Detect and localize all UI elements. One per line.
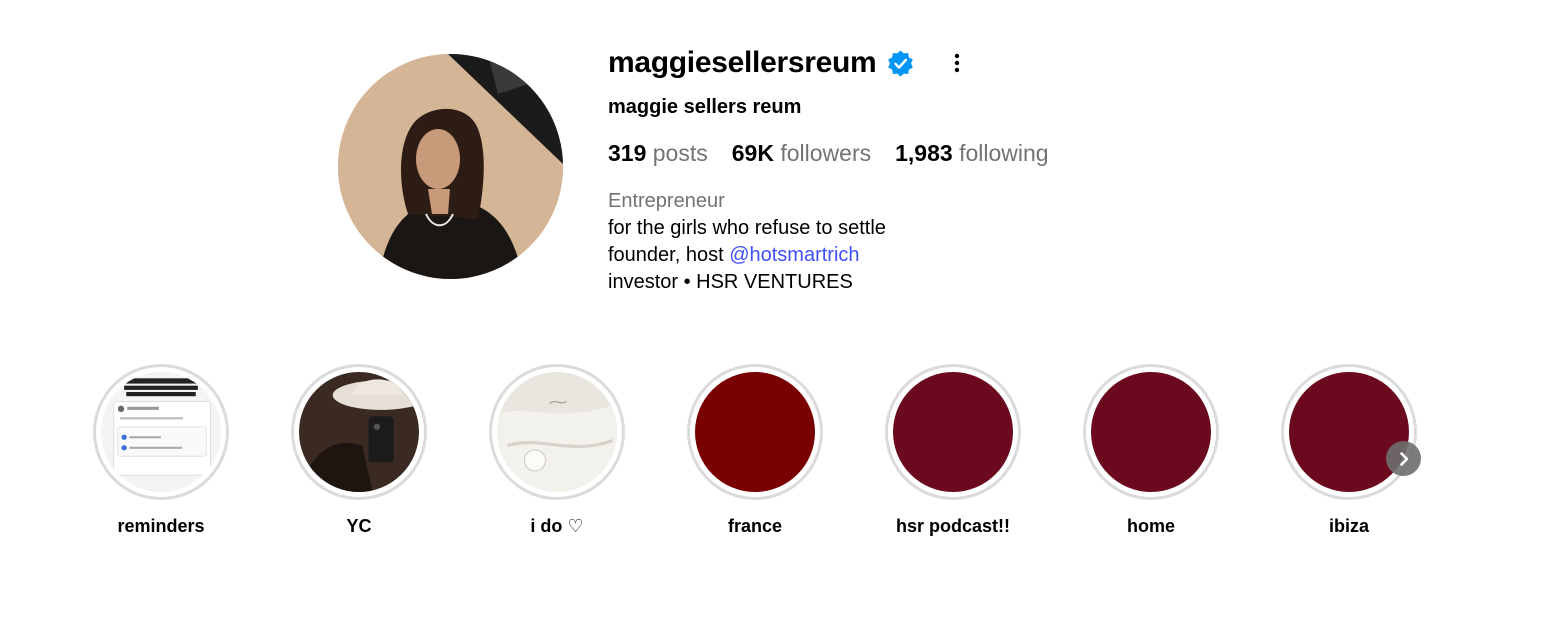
profile-stats: 319 posts 69K followers 1,983 following	[608, 140, 1073, 167]
highlight-ring	[93, 364, 229, 500]
highlights-next-button[interactable]	[1386, 441, 1421, 476]
highlight-ring	[291, 364, 427, 500]
highlight-reminders[interactable]: reminders	[91, 364, 231, 537]
highlight-cover-photo	[299, 372, 419, 492]
bio-line-2: founder, host @hotsmartrich	[608, 242, 886, 269]
bio-line-2-prefix: founder, host	[608, 244, 730, 266]
posts-label: posts	[652, 140, 708, 166]
following-count: 1,983	[895, 140, 953, 166]
highlight-yc[interactable]: YC	[289, 364, 429, 537]
followers-count: 69K	[731, 140, 774, 166]
highlight-label: hsr podcast!!	[895, 516, 1010, 536]
bio: Entrepreneur for the girls who refuse to…	[608, 188, 886, 296]
highlight-ring	[885, 364, 1021, 500]
following-stat[interactable]: 1,983 following	[895, 140, 1048, 167]
highlight-ring	[687, 364, 823, 500]
bio-line-1: for the girls who refuse to settle	[608, 217, 886, 239]
chevron-right-icon	[1399, 451, 1408, 466]
highlight-ring	[1281, 364, 1417, 500]
bio-category: Entrepreneur	[608, 190, 725, 212]
highlight-cover-solid	[1289, 372, 1409, 492]
followers-label: followers	[780, 140, 872, 166]
highlight-ring	[1083, 364, 1219, 500]
highlight-cover-screenshot	[101, 372, 221, 492]
full-name: maggie sellers reum	[608, 96, 802, 118]
posts-stat: 319 posts	[608, 140, 708, 167]
highlight-cover-solid	[1091, 372, 1211, 492]
highlight-label: ibiza	[1328, 516, 1369, 536]
highlight-label: YC	[346, 516, 372, 536]
username-row: maggiesellersreum	[608, 44, 1228, 82]
more-options-icon[interactable]	[945, 51, 969, 75]
bio-line-3: investor • HSR VENTURES	[608, 271, 853, 293]
highlight-cover-photo	[497, 372, 617, 492]
posts-count: 319	[608, 140, 647, 166]
followers-stat[interactable]: 69K followers	[732, 140, 871, 167]
highlight-ring	[489, 364, 625, 500]
highlight-label: home	[1126, 516, 1175, 536]
story-highlights: reminders YC i do ♡ france hsr podcast!!…	[0, 364, 1566, 544]
verified-badge-icon	[886, 49, 915, 78]
following-label: following	[959, 140, 1049, 166]
highlight-hsr-podcast[interactable]: hsr podcast!!	[883, 364, 1023, 537]
highlight-cover-solid	[893, 372, 1013, 492]
profile-info: maggiesellersreum maggie sellers reum 31…	[608, 44, 1228, 293]
highlight-france[interactable]: france	[685, 364, 825, 537]
highlight-label: france	[727, 516, 783, 536]
username[interactable]: maggiesellersreum	[608, 46, 877, 80]
highlight-i-do[interactable]: i do ♡	[487, 364, 627, 537]
highlight-label: reminders	[117, 516, 205, 536]
highlight-home[interactable]: home	[1081, 364, 1221, 537]
highlight-label: i do ♡	[530, 516, 584, 536]
profile-photo	[338, 54, 563, 279]
highlight-cover-solid	[695, 372, 815, 492]
bio-mention-link[interactable]: @hotsmartrich	[729, 244, 859, 266]
profile-avatar[interactable]	[338, 54, 563, 279]
